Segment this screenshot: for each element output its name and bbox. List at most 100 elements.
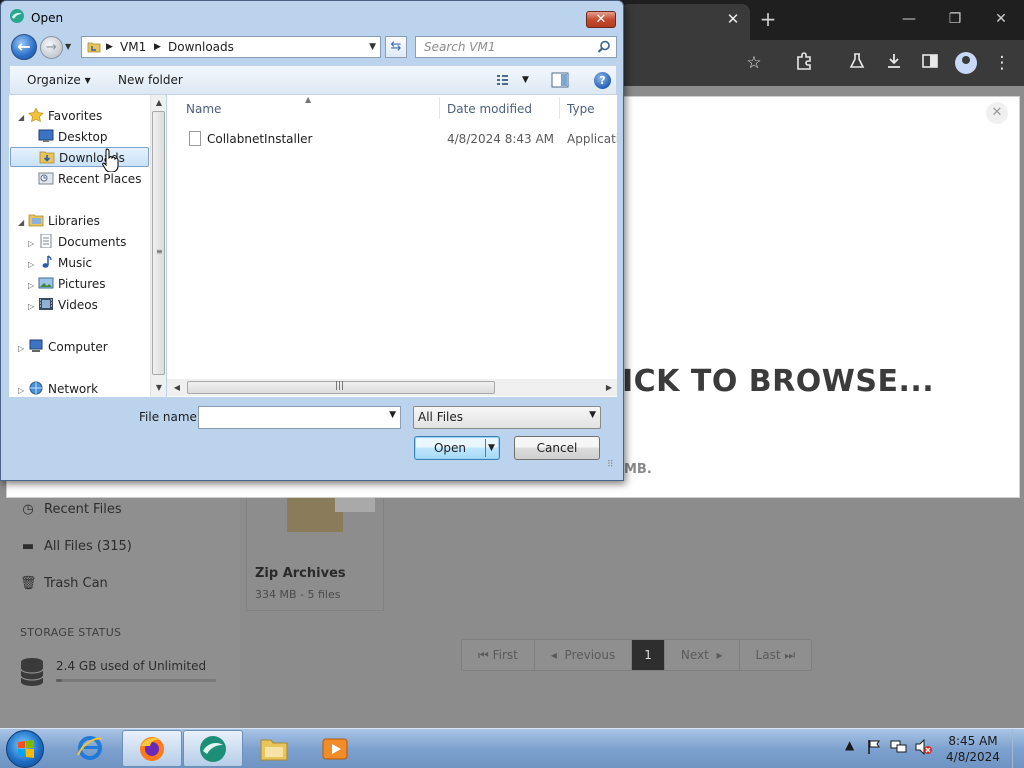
taskbar-internet-explorer[interactable]	[60, 730, 120, 767]
file-name-input[interactable]: ▼	[198, 406, 401, 429]
tab-close-icon[interactable]: ✕	[726, 11, 740, 27]
taskbar-file-explorer[interactable]	[245, 730, 305, 767]
libraries-icon	[28, 214, 44, 227]
collapsed-arrow-icon[interactable]: ▷	[28, 297, 38, 317]
sidebar-item-trash-can[interactable]: 🗑 Trash Can	[20, 574, 220, 594]
scroll-left-icon[interactable]: ◀	[169, 381, 185, 395]
filter-dropdown-icon[interactable]: ▼	[589, 410, 596, 420]
minimize-button[interactable]: —	[894, 8, 924, 30]
profile-icon[interactable]	[955, 52, 977, 74]
cancel-button[interactable]: Cancel	[514, 436, 600, 460]
file-name-dropdown-icon[interactable]: ▼	[389, 410, 396, 420]
tree-pictures[interactable]: ▷ Pictures	[28, 274, 106, 294]
search-icon[interactable]	[597, 40, 611, 54]
download-icon[interactable]	[882, 52, 906, 74]
show-desktop-button[interactable]	[1012, 729, 1024, 768]
star-icon[interactable]: ☆	[742, 52, 766, 74]
show-hidden-icons-icon[interactable]: ▲	[845, 738, 854, 752]
collapsed-arrow-icon[interactable]: ▷	[18, 339, 28, 359]
pagination: ⏮ First ◂ Previous 1 Next ▸ Last ⏭	[461, 639, 813, 671]
tree-documents[interactable]: ▷ Documents	[28, 232, 126, 252]
folder-card[interactable]: Zip Archives 334 MB - 5 files	[246, 486, 384, 611]
recent-places-icon	[38, 172, 54, 185]
file-row[interactable]: CollabnetInstaller 4/8/2024 8:43 AM Appl…	[187, 129, 617, 149]
organize-button[interactable]: Organize ▾	[27, 73, 91, 87]
expanded-arrow-icon[interactable]: ◢	[18, 108, 28, 128]
address-bar[interactable]: ▶ VM1 ▶ Downloads ▼	[81, 36, 381, 58]
view-dropdown-icon[interactable]: ▼	[522, 75, 529, 85]
expanded-arrow-icon[interactable]: ◢	[18, 213, 28, 233]
search-input[interactable]: Search VM1	[415, 36, 617, 58]
scroll-down-icon[interactable]: ▼	[151, 381, 167, 395]
taskbar-firefox[interactable]	[122, 730, 182, 767]
column-type[interactable]: Type	[567, 95, 617, 121]
collapsed-arrow-icon[interactable]: ▷	[28, 276, 38, 296]
modal-close-icon[interactable]: ✕	[986, 102, 1008, 124]
tree-recent-places[interactable]: Recent Places	[38, 169, 141, 189]
restore-button[interactable]: ❐	[940, 8, 970, 30]
collapsed-arrow-icon[interactable]: ▷	[28, 234, 38, 254]
file-type-filter[interactable]: All Files ▼	[413, 406, 601, 429]
preview-pane-icon[interactable]	[551, 72, 569, 88]
column-separator[interactable]	[559, 97, 560, 119]
tree-favorites[interactable]: ◢ Favorites	[18, 106, 102, 126]
tree-computer[interactable]: ▷ Computer	[18, 337, 108, 357]
volume-muted-icon[interactable]	[915, 739, 933, 755]
sidebar-item-recent-files[interactable]: ◷ Recent Files	[20, 500, 220, 520]
forward-button[interactable]: →	[40, 36, 63, 59]
open-options-dropdown-icon[interactable]: ▼	[488, 437, 495, 459]
network-tray-icon[interactable]	[890, 739, 908, 755]
resize-grip-icon[interactable]: ⠿	[607, 461, 614, 470]
tree-libraries[interactable]: ◢ Libraries	[18, 211, 100, 231]
horizontal-scrollbar[interactable]: ◀ ||| ▶	[167, 379, 617, 396]
labs-icon[interactable]	[845, 52, 869, 74]
dropzone-size-limit: MB.	[624, 462, 652, 477]
collapsed-arrow-icon[interactable]: ▷	[28, 255, 38, 275]
column-date-modified[interactable]: Date modified	[447, 95, 557, 121]
pager-next[interactable]: Next ▸	[664, 640, 740, 670]
taskbar-media-player[interactable]	[306, 730, 366, 767]
system-clock[interactable]: 8:45 AM 4/8/2024	[940, 733, 1006, 765]
tree-desktop[interactable]: Desktop	[38, 127, 108, 147]
address-dropdown-icon[interactable]: ▼	[369, 39, 376, 55]
desktop-icon	[38, 129, 54, 142]
dialog-close-button[interactable]: ✕	[586, 11, 616, 28]
collapsed-arrow-icon[interactable]: ▷	[18, 381, 28, 401]
breadcrumb-arrow-icon[interactable]: ▶	[106, 39, 113, 55]
extensions-icon[interactable]	[792, 52, 816, 74]
close-window-button[interactable]: ✕	[986, 8, 1016, 30]
view-options-icon[interactable]	[496, 72, 514, 88]
sidebar-item-all-files[interactable]: ▬ All Files (315)	[20, 537, 220, 557]
action-center-flag-icon[interactable]	[866, 739, 882, 755]
breadcrumb-downloads[interactable]: Downloads	[168, 39, 234, 55]
breadcrumb-vm1[interactable]: VM1	[120, 39, 146, 55]
tree-network[interactable]: ▷ Network	[18, 379, 98, 399]
new-tab-button[interactable]: +	[758, 8, 778, 30]
recent-locations-dropdown[interactable]: ▼	[65, 40, 77, 54]
horizontal-scroll-thumb[interactable]: |||	[187, 381, 495, 394]
scroll-right-icon[interactable]: ▶	[601, 381, 617, 395]
dropzone-browse-text[interactable]: ICK TO BROWSE...	[622, 364, 934, 399]
column-separator[interactable]	[439, 97, 440, 119]
tree-videos[interactable]: ▷ Videos	[28, 295, 98, 315]
pager-previous[interactable]: ◂ Previous	[534, 640, 633, 670]
pager-first[interactable]: ⏮ First	[462, 640, 535, 670]
refresh-button[interactable]: ⇆	[385, 36, 407, 58]
scroll-up-icon[interactable]: ▲	[151, 96, 167, 110]
nav-scroll-thumb[interactable]: ≡	[152, 111, 165, 375]
start-button[interactable]	[6, 730, 44, 768]
nav-scrollbar[interactable]: ▲ ≡ ▼	[150, 95, 166, 397]
pager-last[interactable]: Last ⏭	[739, 640, 812, 670]
tree-downloads[interactable]: Downloads	[10, 147, 149, 167]
pager-page-1[interactable]: 1	[632, 640, 665, 670]
breadcrumb-arrow-icon[interactable]: ▶	[154, 39, 161, 55]
open-button[interactable]: Open ▼	[414, 436, 500, 460]
tree-music[interactable]: ▷ Music	[28, 253, 92, 273]
sidepanel-icon[interactable]	[918, 52, 942, 74]
taskbar-app-client[interactable]	[183, 730, 243, 767]
new-folder-button[interactable]: New folder	[118, 73, 183, 87]
help-icon[interactable]: ?	[594, 72, 611, 89]
split-divider	[485, 439, 486, 457]
menu-icon[interactable]: ⋮	[990, 52, 1014, 74]
back-button[interactable]: ←	[11, 34, 37, 60]
